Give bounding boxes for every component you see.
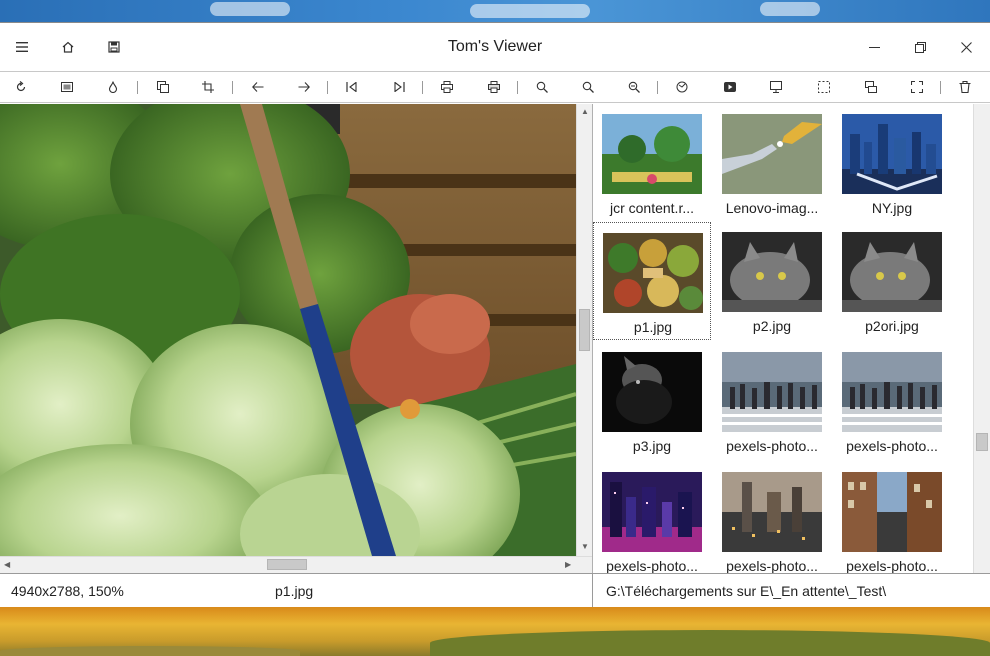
- thumbnail-label: Lenovo-imag...: [725, 200, 819, 216]
- thumbnail-label: p3.jpg: [632, 438, 672, 454]
- image-dimensions-zoom: 4940x2788, 150%: [11, 583, 124, 599]
- window-title: Tom's Viewer: [447, 38, 543, 55]
- viewer-vertical-scroll-thumb[interactable]: [579, 309, 590, 351]
- toolbar-separator: [232, 81, 233, 94]
- thumbnail-label: pexels-photo...: [726, 438, 818, 454]
- desktop-wallpaper-top: [0, 0, 990, 22]
- hill-shape: [430, 630, 990, 656]
- zoom-in-icon[interactable]: [534, 79, 550, 95]
- print-icon[interactable]: [439, 79, 455, 95]
- thumbnail-panel: jcr content.r... Lenovo-imag... NY.jpg p1.j…: [593, 104, 973, 573]
- thumbnail-item[interactable]: pexels-photo...: [593, 462, 711, 573]
- thumbnail-image: [842, 472, 942, 552]
- thumbnail-item[interactable]: pexels-photo...: [833, 462, 951, 573]
- viewer-horizontal-scroll-thumb[interactable]: [267, 559, 307, 570]
- desktop-wallpaper-bottom: [0, 607, 990, 656]
- current-filename: p1.jpg: [275, 583, 314, 599]
- copy-icon[interactable]: [155, 79, 171, 95]
- toolbar-separator: [137, 81, 138, 94]
- first-icon[interactable]: [344, 79, 360, 95]
- thumbnail-image: [842, 114, 942, 194]
- toolbar-separator: [327, 81, 328, 94]
- thumbnail-item[interactable]: pexels-photo...: [713, 342, 831, 460]
- crop-icon[interactable]: [200, 79, 216, 95]
- toolbar: [0, 71, 990, 103]
- image-viewer[interactable]: [0, 104, 576, 556]
- thumbnail-image: [602, 352, 702, 432]
- thumbnail-label: pexels-photo...: [846, 558, 938, 573]
- thumbnail-item[interactable]: NY.jpg: [833, 104, 951, 222]
- thumbnail-scroll-thumb[interactable]: [976, 433, 988, 451]
- thumbnail-image: [722, 232, 822, 312]
- thumbnail-item[interactable]: pexels-photo...: [833, 342, 951, 460]
- thumbnail-image: [602, 114, 702, 194]
- scroll-up-arrow-icon[interactable]: ▲: [581, 107, 589, 117]
- titlebar: Tom's Viewer: [0, 23, 990, 71]
- web-icon[interactable]: [674, 79, 690, 95]
- folder-path: G:\Téléchargements sur E\_En attente\_Te…: [606, 583, 887, 599]
- thumbnail-item[interactable]: p2ori.jpg: [833, 222, 951, 340]
- main-image: [0, 104, 576, 556]
- cloud-shape: [760, 2, 820, 16]
- close-icon[interactable]: [949, 33, 983, 61]
- thumbnail-image: [603, 233, 703, 313]
- thumbnail-icon[interactable]: [863, 79, 879, 95]
- home-icon[interactable]: [54, 33, 82, 61]
- thumbnail-image: [842, 352, 942, 432]
- thumbnail-image: [842, 232, 942, 312]
- zoom-out-icon[interactable]: [626, 79, 642, 95]
- scroll-down-arrow-icon[interactable]: ▼: [581, 542, 589, 552]
- thumbnail-item[interactable]: p3.jpg: [593, 342, 711, 460]
- fit-icon[interactable]: [59, 79, 75, 95]
- thumbnail-label: p1.jpg: [633, 319, 673, 335]
- toolbar-separator: [940, 81, 941, 94]
- thumbnail-label: pexels-photo...: [606, 558, 698, 573]
- thumbnail-label: pexels-photo...: [726, 558, 818, 573]
- status-separator: [592, 574, 593, 608]
- hill-shape: [0, 646, 300, 656]
- thumbnail-image: [722, 352, 822, 432]
- thumbnail-label: pexels-photo...: [846, 438, 938, 454]
- save-icon[interactable]: [100, 33, 128, 61]
- zoom-icon[interactable]: [580, 79, 596, 95]
- cloud-shape: [470, 4, 590, 18]
- minimize-icon[interactable]: [857, 33, 891, 61]
- select-icon[interactable]: [816, 79, 832, 95]
- thumbnail-image: [602, 472, 702, 552]
- viewer-vertical-scrollbar[interactable]: ▲ ▼: [576, 104, 592, 556]
- thumbnail-item[interactable]: p2.jpg: [713, 222, 831, 340]
- last-icon[interactable]: [391, 79, 407, 95]
- expand-icon[interactable]: [909, 79, 925, 95]
- slideshow-icon[interactable]: [722, 79, 738, 95]
- cloud-shape: [210, 2, 290, 16]
- scroll-right-arrow-icon[interactable]: ▶: [565, 560, 571, 570]
- thumbnail-label: NY.jpg: [871, 200, 913, 216]
- toolbar-separator: [657, 81, 658, 94]
- toolbar-separator: [517, 81, 518, 94]
- next-icon[interactable]: [296, 79, 312, 95]
- viewer-horizontal-scrollbar[interactable]: ◀ ▶: [0, 556, 592, 573]
- delete-icon[interactable]: [957, 79, 973, 95]
- thumbnail-item[interactable]: pexels-photo...: [713, 462, 831, 573]
- thumbnail-label: p2.jpg: [752, 318, 792, 334]
- thumbnail-image: [722, 114, 822, 194]
- thumbnail-item[interactable]: p1.jpg: [593, 222, 711, 340]
- thumbnail-item[interactable]: Lenovo-imag...: [713, 104, 831, 222]
- scroll-left-arrow-icon[interactable]: ◀: [4, 560, 10, 570]
- maximize-icon[interactable]: [903, 33, 937, 61]
- print-preview-icon[interactable]: [486, 79, 502, 95]
- thumbnail-item[interactable]: jcr content.r...: [593, 104, 711, 222]
- toolbar-separator: [422, 81, 423, 94]
- color-drop-icon[interactable]: [105, 79, 121, 95]
- thumbnail-label: jcr content.r...: [609, 200, 695, 216]
- fullscreen-icon[interactable]: [768, 79, 784, 95]
- hamburger-icon[interactable]: [8, 33, 36, 61]
- prev-icon[interactable]: [250, 79, 266, 95]
- app-window: Tom's Viewer ▲ ▼ ◀ ▶ jcr content.r... Le…: [0, 22, 990, 608]
- status-bar: 4940x2788, 150% p1.jpg G:\Téléchargement…: [0, 573, 990, 608]
- thumbnail-image: [722, 472, 822, 552]
- rotate-icon[interactable]: [13, 79, 29, 95]
- thumbnail-label: p2ori.jpg: [865, 318, 919, 334]
- thumbnail-scrollbar[interactable]: [973, 104, 990, 573]
